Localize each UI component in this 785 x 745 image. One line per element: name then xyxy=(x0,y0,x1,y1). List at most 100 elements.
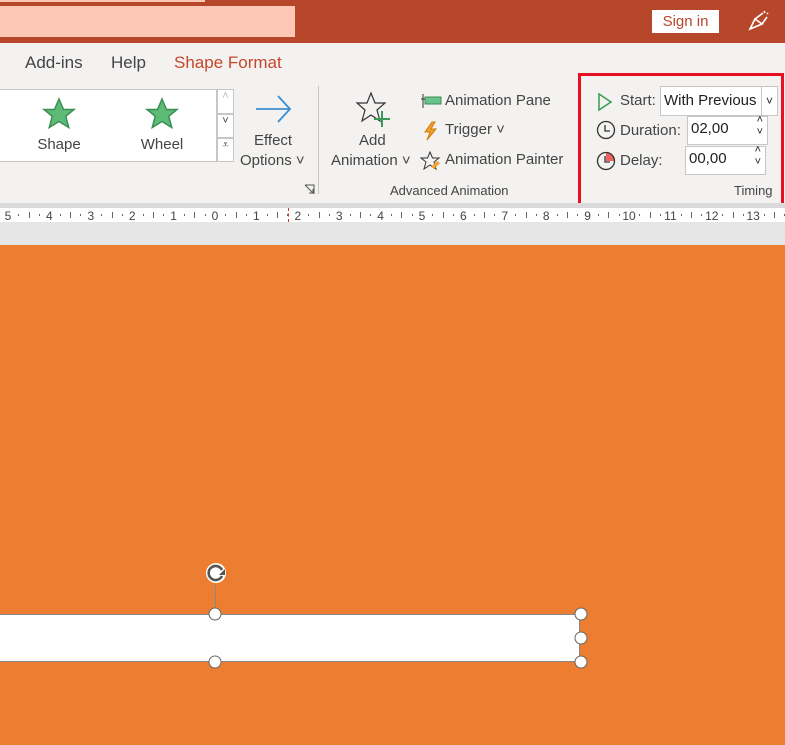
tab-help[interactable]: Help xyxy=(111,53,146,73)
ruler-tick xyxy=(442,212,444,218)
ruler-label: 8 xyxy=(542,209,550,223)
gallery-scroll-up[interactable]: ˄ xyxy=(217,89,234,114)
add-animation-button[interactable]: Add Animation ˅ xyxy=(328,89,416,179)
animation-gallery: Shape Wheel xyxy=(0,89,217,162)
ruler-label: 6 xyxy=(460,209,467,223)
resize-handle-top-right[interactable] xyxy=(574,607,588,621)
ruler-tick xyxy=(370,214,372,216)
ruler-tick xyxy=(183,214,185,216)
rotate-handle-icon[interactable] xyxy=(203,560,229,586)
add-star-icon xyxy=(355,91,390,127)
ruler-tick xyxy=(608,212,610,218)
play-icon xyxy=(598,92,613,112)
ruler-tick xyxy=(597,214,599,216)
ruler-tick xyxy=(142,214,144,216)
tab-shape-format[interactable]: Shape Format xyxy=(174,53,282,73)
animation-shape[interactable]: Shape xyxy=(24,96,94,153)
ruler-tick xyxy=(432,214,434,216)
delay-value: 00,00 xyxy=(689,150,727,167)
ruler-tick xyxy=(80,214,82,216)
ruler-label: 5 xyxy=(4,209,12,223)
ruler-tick xyxy=(515,214,517,216)
ruler-tick xyxy=(318,212,320,218)
ruler-cursor-marker xyxy=(288,208,289,222)
ruler-tick xyxy=(680,214,682,216)
animation-pane-label: Animation Pane xyxy=(445,92,551,109)
ruler-tick xyxy=(204,214,206,216)
effect-options-label-2: Options ˅ xyxy=(240,152,305,169)
effect-options-button[interactable]: Effect Options ˅ xyxy=(238,89,310,179)
ruler-tick xyxy=(535,214,537,216)
animation-painter-button[interactable]: Animation Painter xyxy=(420,151,570,171)
ruler-label: 1 xyxy=(253,209,260,223)
gallery-expand[interactable]: ⩡ xyxy=(217,138,234,162)
resize-handle-bottom-right[interactable] xyxy=(574,655,588,669)
ribbon: Shape Wheel ˄ ˅ ⩡ Effect Options ˅ Add A… xyxy=(0,73,785,207)
sign-in-button[interactable]: Sign in xyxy=(652,10,719,33)
ruler-tick xyxy=(453,214,455,216)
effect-options-label-1: Effect xyxy=(254,132,293,149)
add-animation-label-1: Add xyxy=(359,132,386,149)
delay-spinner[interactable]: 00,00 ˄ ˅ xyxy=(685,144,766,175)
resize-handle-bottom[interactable] xyxy=(208,655,222,669)
ruler-tick xyxy=(18,214,20,216)
ruler-tick xyxy=(390,214,392,216)
ruler-label: 5 xyxy=(418,209,426,223)
ruler-tick xyxy=(411,214,413,216)
dialog-launcher-icon[interactable] xyxy=(304,184,315,195)
animation-wheel[interactable]: Wheel xyxy=(127,96,197,153)
ruler-tick xyxy=(101,214,103,216)
spin-arrows-icon[interactable]: ˄ ˅ xyxy=(755,144,761,168)
ruler-tick xyxy=(556,214,558,216)
group-separator xyxy=(318,86,319,194)
animation-pane-icon xyxy=(421,94,442,108)
ruler-tick xyxy=(246,214,248,216)
ruler-tick xyxy=(566,212,568,218)
ruler-tick xyxy=(328,214,330,216)
resize-handle-right[interactable] xyxy=(574,631,588,645)
ruler-tick xyxy=(473,214,475,216)
ruler-label: 2 xyxy=(294,209,302,223)
feedback-icon[interactable] xyxy=(746,9,770,33)
ruler-tick xyxy=(639,214,641,216)
delay-clock-icon xyxy=(596,151,616,171)
ruler-label: 7 xyxy=(501,209,509,223)
duration-spinner[interactable]: 02,00 ˄ ˅ xyxy=(687,114,768,145)
tab-add-ins[interactable]: Add-ins xyxy=(25,53,83,73)
start-label: Start: xyxy=(620,92,656,109)
animation-pane-button[interactable]: Animation Pane xyxy=(420,92,560,112)
ruler-tick xyxy=(701,214,703,216)
ruler-tick xyxy=(235,212,237,218)
animation-shape-label: Shape xyxy=(37,136,81,153)
arrow-right-icon xyxy=(256,95,292,123)
selected-text-box[interactable] xyxy=(0,614,580,662)
ruler-tick xyxy=(773,212,775,218)
start-dropdown[interactable]: With Previous ˅ xyxy=(660,86,778,116)
ruler-label: 0 xyxy=(211,209,219,223)
ruler-tick xyxy=(225,214,227,216)
ruler-tick xyxy=(649,212,651,218)
duration-label: Duration: xyxy=(620,122,681,139)
ruler-label: 10 xyxy=(622,209,636,223)
ruler-tick xyxy=(722,214,724,216)
ruler-tick xyxy=(59,214,61,216)
gallery-scroll-down[interactable]: ˅ xyxy=(217,114,234,138)
trigger-button[interactable]: Trigger ˅ xyxy=(420,121,520,141)
star-icon xyxy=(144,97,180,130)
ruler-label: 12 xyxy=(705,209,719,223)
ruler-tick xyxy=(525,212,527,218)
ruler-tick xyxy=(359,212,361,218)
delay-label: Delay: xyxy=(620,152,663,169)
ruler-label: 3 xyxy=(335,209,343,223)
chevron-down-icon[interactable]: ˅ xyxy=(761,87,777,115)
slide-canvas[interactable] xyxy=(0,245,785,745)
resize-handle-top[interactable] xyxy=(208,607,222,621)
ruler-tick xyxy=(401,212,403,218)
spin-arrows-icon[interactable]: ˄ ˅ xyxy=(757,114,763,138)
animation-painter-icon xyxy=(420,151,441,171)
title-search-field[interactable] xyxy=(0,6,295,37)
animation-painter-label: Animation Painter xyxy=(445,151,564,168)
ruler-tick xyxy=(618,214,620,216)
ruler-tick xyxy=(494,214,496,216)
clock-icon xyxy=(596,120,616,140)
